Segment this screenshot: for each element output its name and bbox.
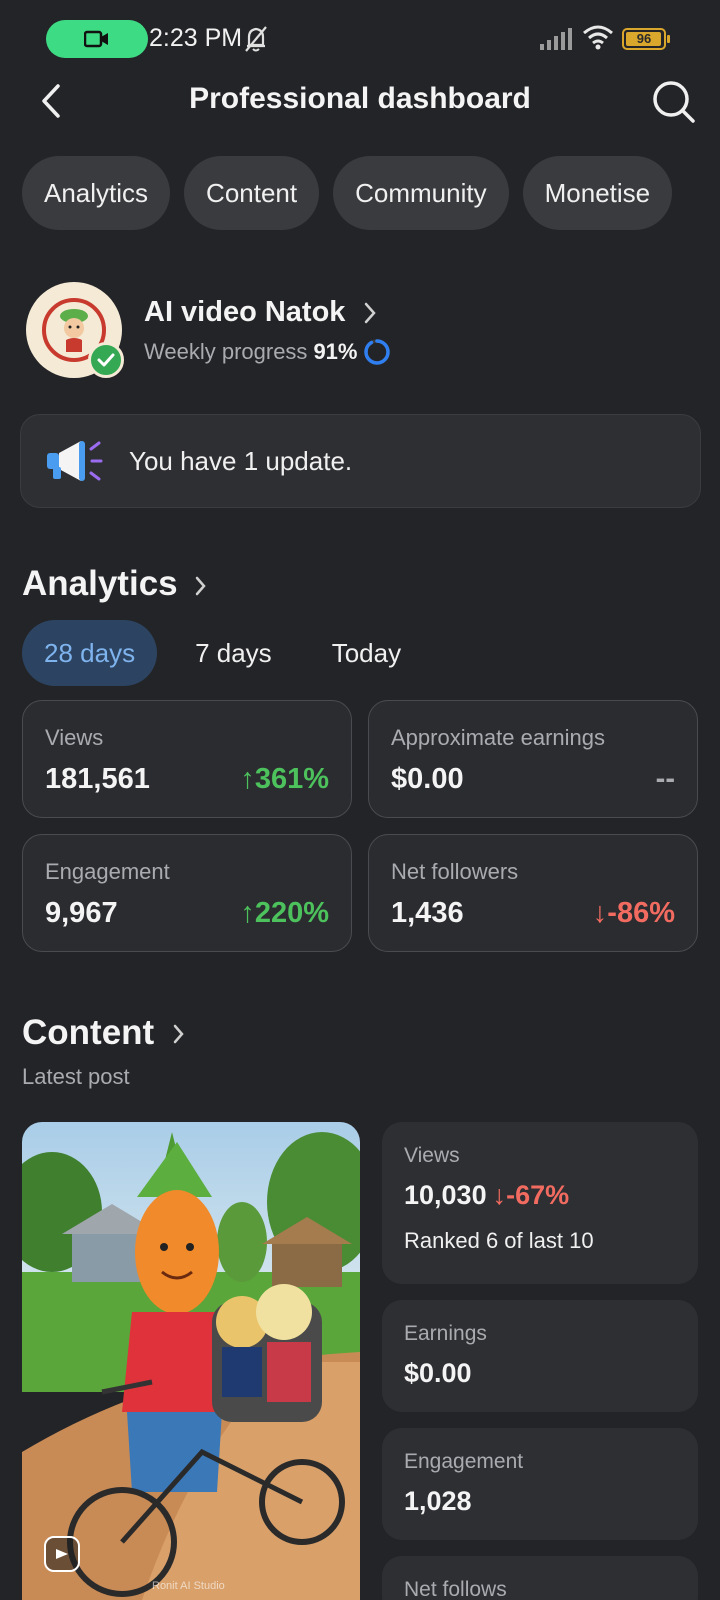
metric-change: ↑220%	[240, 897, 329, 929]
metric-label: Approximate earnings	[391, 725, 606, 750]
metric-value: 1,436	[391, 897, 464, 929]
tab-community[interactable]: Community	[333, 156, 509, 230]
weekly-progress: Weekly progress 91%	[144, 338, 391, 366]
watermark: Ronit AI Studio	[152, 1580, 225, 1592]
progress-ring-icon	[364, 339, 391, 365]
stat-label: Earnings	[404, 1322, 487, 1345]
update-text: You have 1 update.	[129, 446, 353, 476]
bell-off-icon	[245, 26, 267, 52]
signal-icon	[540, 28, 572, 50]
metric-card-views[interactable]: Views 181,561 ↑361%	[22, 700, 352, 818]
metric-change: ↓-86%	[592, 897, 675, 929]
megaphone-icon	[47, 441, 103, 481]
metric-value: 181,561	[45, 763, 150, 795]
battery-icon: 96	[622, 28, 670, 50]
profile-name[interactable]: AI video Natok	[144, 296, 345, 329]
clock: 2:23 PM	[149, 24, 243, 52]
stat-value: $0.00	[404, 1358, 472, 1388]
battery-level: 96	[636, 31, 652, 46]
status-bar: 2:23 PM 96	[0, 0, 720, 80]
stat-label: Engagement	[404, 1450, 524, 1473]
verified-check-icon	[88, 342, 124, 378]
date-range-selector: 28 days 7 days Today	[22, 620, 439, 686]
range-7-days[interactable]: 7 days	[173, 620, 294, 686]
stat-label: Views	[404, 1144, 460, 1167]
metric-label: Engagement	[45, 859, 170, 884]
tab-content[interactable]: Content	[184, 156, 320, 230]
range-today[interactable]: Today	[310, 620, 423, 686]
tab-analytics[interactable]: Analytics	[22, 156, 171, 230]
post-stat-views[interactable]: Views 10,030 ↓-67% Ranked 6 of last 10	[382, 1122, 698, 1284]
latest-post-thumbnail[interactable]: Ronit AI Studio	[22, 1122, 360, 1600]
screen-record-indicator[interactable]	[46, 20, 148, 58]
stat-value: 1,028	[404, 1486, 472, 1516]
analytics-heading[interactable]: Analytics	[22, 564, 178, 604]
wifi-icon	[583, 25, 613, 50]
latest-post-label: Latest post	[22, 1064, 130, 1089]
post-stat-engagement[interactable]: Engagement 1,028	[382, 1428, 698, 1540]
dashboard-tabs: Analytics Content Community Monetise	[22, 156, 673, 230]
post-image	[22, 1122, 360, 1600]
metric-change: ↑361%	[240, 763, 329, 795]
chevron-right-icon[interactable]	[363, 300, 379, 326]
chevron-right-icon[interactable]	[194, 574, 208, 598]
search-icon[interactable]	[650, 78, 698, 126]
metric-value: $0.00	[391, 763, 464, 795]
range-28-days[interactable]: 28 days	[22, 620, 158, 686]
page-title: Professional dashboard	[189, 82, 531, 115]
stat-value: 10,030 ↓-67%	[404, 1180, 570, 1210]
stat-rank: Ranked 6 of last 10	[404, 1228, 594, 1253]
metric-value: 9,967	[45, 897, 118, 929]
progress-label: Weekly progress	[144, 339, 308, 364]
metric-card-earnings[interactable]: Approximate earnings $0.00 --	[368, 700, 698, 818]
metric-card-engagement[interactable]: Engagement 9,967 ↑220%	[22, 834, 352, 952]
post-stat-earnings[interactable]: Earnings $0.00	[382, 1300, 698, 1412]
tab-monetise[interactable]: Monetise	[522, 156, 673, 230]
reel-icon	[44, 1536, 80, 1572]
stat-label: Net follows	[404, 1578, 507, 1600]
metric-label: Views	[45, 725, 104, 750]
update-card[interactable]: You have 1 update.	[20, 414, 701, 508]
video-camera-icon	[84, 30, 108, 48]
metric-change: --	[655, 763, 675, 795]
avatar[interactable]	[26, 282, 124, 378]
progress-value: 91%	[313, 339, 358, 364]
metric-card-net-followers[interactable]: Net followers 1,436 ↓-86%	[368, 834, 698, 952]
content-heading[interactable]: Content	[22, 1013, 154, 1053]
post-stat-net-follows[interactable]: Net follows	[382, 1556, 698, 1600]
chevron-right-icon[interactable]	[172, 1022, 186, 1046]
metric-label: Net followers	[391, 859, 519, 884]
